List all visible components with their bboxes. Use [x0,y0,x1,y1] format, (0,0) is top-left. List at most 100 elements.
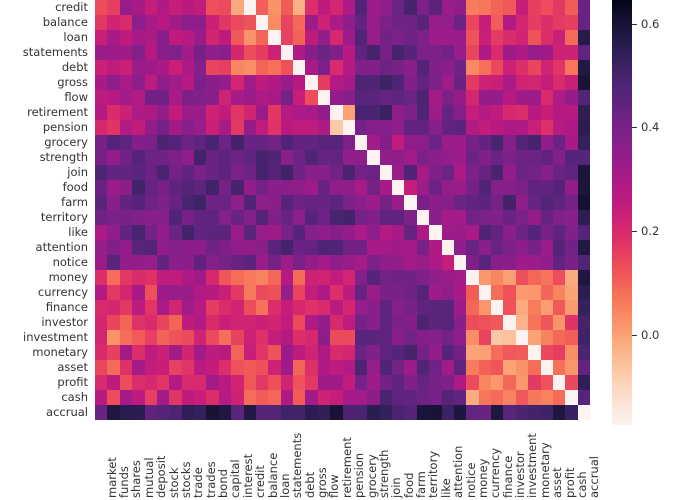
heatmap-cell [392,0,405,15]
heatmap-cell [491,344,504,360]
heatmap-cell [181,134,194,150]
heatmap-cell [379,29,392,45]
heatmap-cell [379,149,392,165]
heatmap-cell [293,179,306,195]
heatmap-cell [354,329,368,345]
heatmap-cell [577,389,590,405]
heatmap-cell [156,254,170,270]
heatmap-cell [466,119,479,135]
heatmap-cell [577,0,590,15]
heatmap-cell [268,44,281,60]
heatmap-cell [194,269,207,285]
heatmap-cell [95,389,108,405]
heatmap-cell [540,104,553,120]
heatmap-cell [441,314,454,330]
heatmap-cell [107,44,120,60]
heatmap-cell [429,284,442,300]
heatmap-cell [540,404,553,420]
colorbar-tick-label-0.4: 0.4 [641,120,660,134]
heatmap-cell [565,314,578,330]
heatmap-cell [156,179,170,195]
heatmap-cell [441,0,454,15]
heatmap-cell [503,59,516,75]
heatmap-cell [280,329,293,345]
heatmap-cell [565,284,578,300]
heatmap-cell [540,179,553,195]
heatmap-cell [243,29,256,45]
heatmap-cell-grid[interactable] [95,0,590,420]
heatmap-cell [515,209,529,225]
heatmap-cell [552,209,566,225]
heatmap-cell [367,314,380,330]
heatmap-cell [206,359,219,375]
heatmap-cell [243,374,256,390]
colorbar-tick-mark [632,335,637,336]
heatmap-cell [107,329,120,345]
heatmap-cell [416,149,430,165]
heatmap-cell [169,74,182,90]
heatmap-cell [144,389,157,405]
heatmap-cell [317,404,331,420]
heatmap-cell [392,359,405,375]
heatmap-cell [565,224,578,240]
heatmap-cell [231,149,244,165]
heatmap-cell [367,224,380,240]
heatmap-cell [515,164,529,180]
heatmap-cell [552,359,566,375]
heatmap-cell [466,104,479,120]
heatmap-cell [107,119,120,135]
heatmap-cell [132,314,145,330]
heatmap-cell [503,239,516,255]
heatmap-cell [416,89,430,105]
heatmap-cell [453,134,467,150]
heatmap-cell [565,14,578,30]
heatmap-cell [478,329,491,345]
heatmap-cell [330,194,343,210]
heatmap-cell [441,179,454,195]
heatmap-cell [354,149,368,165]
heatmap-cell [181,269,194,285]
heatmap-cell [392,254,405,270]
heatmap-cell [156,314,170,330]
heatmap-cell [515,134,529,150]
heatmap-cell [515,74,529,90]
heatmap-cell [181,209,194,225]
heatmap-cell [441,134,454,150]
heatmap-cell [95,59,108,75]
heatmap-cell [466,74,479,90]
heatmap-cell [503,89,516,105]
heatmap-cell [367,14,380,30]
heatmap-cell [416,164,430,180]
heatmap-cell [552,404,566,420]
heatmap-cell [268,374,281,390]
heatmap-cell [528,14,541,30]
heatmap-cell [379,299,392,315]
heatmap-cell [255,59,269,75]
heatmap-cell [206,389,219,405]
heatmap-cell [144,269,157,285]
heatmap-cell [144,89,157,105]
heatmap-plot-area[interactable] [95,0,590,425]
heatmap-cell [416,59,430,75]
heatmap-cell [552,149,566,165]
y-tick-label-grocery: grocery [44,134,88,149]
heatmap-cell [453,314,467,330]
heatmap-cell [119,164,133,180]
heatmap-cell [466,29,479,45]
heatmap-cell [552,314,566,330]
heatmap-cell [95,314,108,330]
heatmap-cell [342,0,355,15]
heatmap-cell [218,44,232,60]
heatmap-cell [305,239,318,255]
heatmap-cell [243,0,256,15]
heatmap-cell [119,119,133,135]
heatmap-cell [305,314,318,330]
heatmap-cell [132,254,145,270]
heatmap-cell [577,254,590,270]
heatmap-cell [392,374,405,390]
heatmap-cell [231,299,244,315]
heatmap-cell [528,149,541,165]
heatmap-cell [515,314,529,330]
heatmap-cell [392,404,405,420]
heatmap-cell [107,134,120,150]
